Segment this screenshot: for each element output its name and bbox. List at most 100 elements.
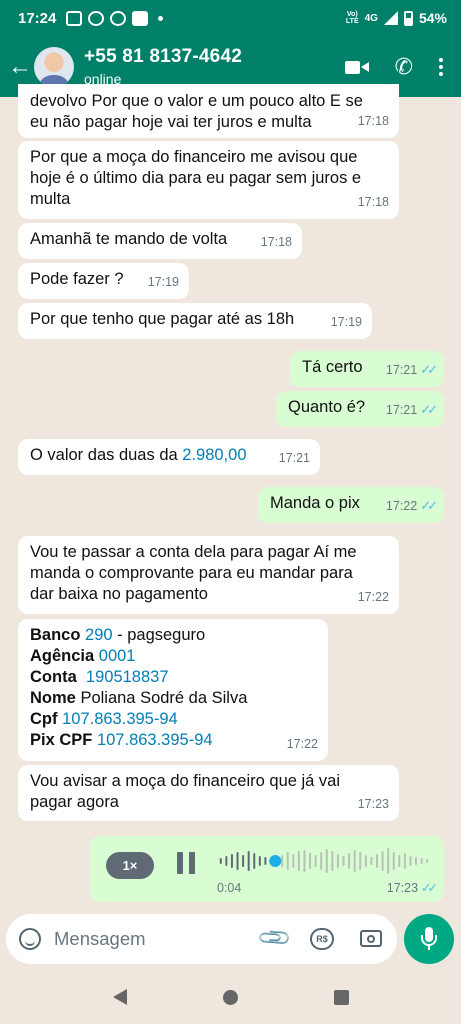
microphone-icon[interactable] [404,914,454,964]
read-ticks-icon: ✓✓ [420,402,438,417]
message-bubble[interactable]: Pode fazer ? 17:19 [18,263,189,299]
waveform-bar [403,853,406,869]
message-time: 17:22 ✓✓ [385,498,438,513]
message-time: 17:21 ✓✓ [385,402,438,417]
waveform-bar [426,859,429,863]
waveform-bar [381,851,384,871]
avatar[interactable] [34,46,74,87]
message-bubble[interactable]: Amanhã te mando de volta 17:18 [18,223,302,259]
emoji-icon[interactable] [19,928,41,950]
volte-icon: Vo) LTE [345,11,359,25]
phone-icon[interactable]: ✆ [395,55,413,78]
status-right: Vo) LTE 4G 54% [346,10,447,26]
message-bubble-outgoing[interactable]: Manda o pix 17:22 ✓✓ [258,487,444,523]
message-bubble[interactable]: Vou te passar a conta dela para pagar Aí… [18,536,399,614]
pix-cpf-link[interactable]: 107.863.395-94 [97,731,213,749]
message-line: dar baixa no pagamento [30,585,208,603]
bank-code-link[interactable]: 290 [85,626,113,644]
account-row: Conta 190518837 [30,668,169,686]
video-call-icon[interactable] [344,59,369,75]
message-input[interactable]: Mensagem [54,928,146,950]
nav-back-icon[interactable] [112,989,127,1005]
message-bubble[interactable]: Por que tenho que pagar até as 18h 17:19 [18,303,372,339]
nav-recents-icon[interactable] [333,989,349,1005]
waveform-bar [230,854,233,868]
network-type: 4G [364,12,378,24]
message-bubble-outgoing[interactable]: Tá certo 17:21 ✓✓ [290,351,444,387]
waveform-bar [342,856,345,866]
message-time: 17:22 [286,737,318,751]
app-header: 17:24 Vo) LTE 4G 54% ← +55 81 8137-4642 o… [0,0,461,97]
status-time: 17:24 [18,9,57,27]
playback-speed-button[interactable]: 1× [106,852,154,879]
gallery-notification-icon [66,10,83,26]
attach-clip-icon[interactable]: 📎 [256,919,294,957]
notification-icons [66,10,164,26]
message-bubble-outgoing[interactable]: Quanto é? 17:21 ✓✓ [276,391,444,427]
message-bubble[interactable]: Por que a moça do financeiro me avisou q… [18,141,399,219]
more-vertical-icon[interactable] [439,57,443,76]
audio-waveform[interactable] [218,846,430,876]
message-time: 17:22 [357,590,389,604]
arrow-left-icon[interactable]: ← [0,54,34,79]
value-link[interactable]: 2.980,00 [182,446,246,464]
message-line: pagar agora [30,793,119,811]
agency-link[interactable]: 0001 [99,647,136,665]
message-line: Manda o pix [270,494,360,512]
waveform-bar [242,855,245,867]
message-time: 17:23 ✓✓ [386,881,438,895]
waveform-bar [314,855,317,867]
account-link[interactable]: 190518837 [86,668,169,686]
message-time: 17:18 [260,235,292,249]
message-line: Tá certo [302,358,363,376]
waveform-bar [303,850,306,872]
contact-info[interactable]: +55 81 8137-4642 online [84,46,242,87]
playhead-handle[interactable] [269,855,282,867]
waveform-bar [264,857,267,865]
message-line: Por que tenho que pagar até as 18h [30,310,295,328]
waveform-bar [236,852,239,870]
waveform-bar [331,851,334,871]
waveform-bar [392,852,395,870]
more-notifications-dot [158,15,164,21]
payment-rs-icon[interactable]: R$ [310,928,334,950]
waveform-bar [409,856,412,866]
waveform-bar [359,852,362,870]
waveform-bar [219,858,222,864]
waveform-bar [376,854,378,868]
message-bubble[interactable]: Vou avisar a moça do financeiro que já v… [18,765,399,821]
square-notification-icon [132,10,149,26]
waveform-bar [258,856,261,866]
waveform-bar [387,848,390,874]
pause-icon[interactable] [177,852,195,874]
waveform-bar [286,852,289,870]
nav-home-icon[interactable] [222,989,238,1005]
voice-duration: 0:04 [217,881,242,895]
bank-details-message[interactable]: Banco 290 - pagseguro Agência 0001 Conta… [18,619,328,761]
waveform-bar [336,854,339,868]
message-bubble[interactable]: devolvo Por que o valor e um pouco alto … [18,84,399,138]
waveform-bar [320,852,323,870]
message-line: Vou te passar a conta dela para pagar Aí… [30,543,357,561]
waveform-bar [398,855,401,867]
battery-icon [403,10,413,26]
system-nav-bar [0,970,461,1024]
camera-icon[interactable] [360,930,382,947]
waveform-bar [348,853,351,869]
message-bubble[interactable]: O valor das duas da 2.980,00 17:21 [18,439,320,475]
read-ticks-icon: ✓✓ [420,362,438,377]
bank-row: Banco 290 - pagseguro [30,626,206,644]
message-line: eu não pagar hoje vai ter juros e multa [30,113,312,131]
pix-cpf-row: Pix CPF 107.863.395-94 [30,731,213,749]
cpf-link[interactable]: 107.863.395-94 [62,710,178,728]
waveform-bar [353,850,356,872]
message-line: Amanhã te mando de volta [30,230,228,248]
app-notification-icon [110,10,127,26]
voice-note-message[interactable]: 1× 0:04 17:23 ✓✓ [90,836,444,902]
waveform-bar [281,855,284,867]
message-line: O valor das duas da [30,446,183,464]
waveform-bar [247,851,250,871]
battery-percent: 54% [418,10,447,26]
message-line: multa [30,190,71,208]
waveform-bar [253,853,256,869]
